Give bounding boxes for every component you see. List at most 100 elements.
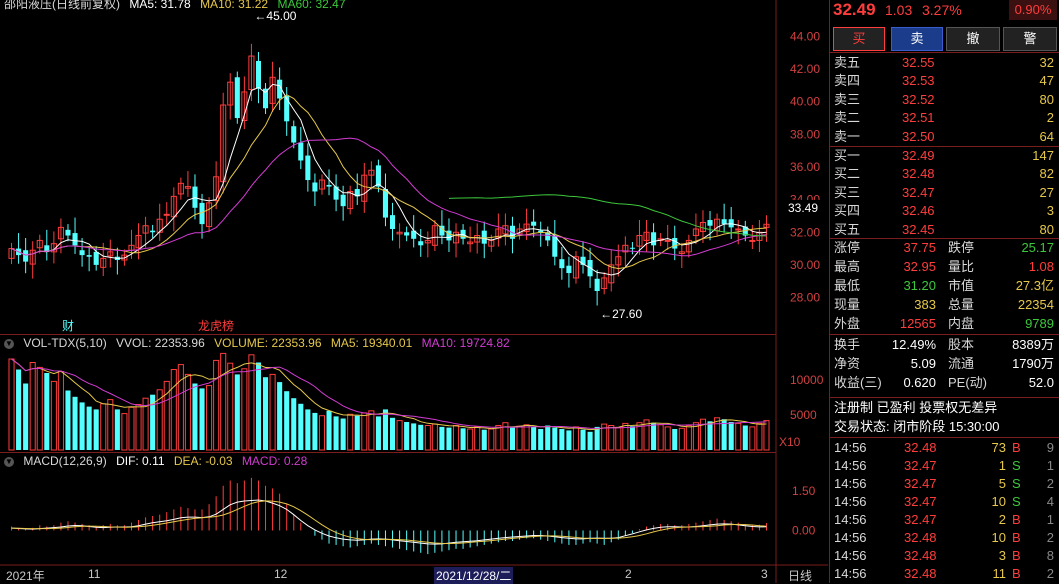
tick-time: 14:56	[834, 476, 867, 491]
tick-count: 2	[1046, 566, 1054, 581]
tick-price: 32.48	[904, 530, 937, 545]
macd-histogram-group	[11, 477, 767, 555]
buy-button[interactable]: 买	[833, 27, 885, 51]
volume-bar	[404, 422, 410, 450]
chart-area[interactable]: 44.00 42.00 40.00 38.00 36.00 34.00 32.00 30.00…	[0, 0, 828, 584]
volume-bar	[594, 426, 600, 450]
tick-volume: 73	[991, 440, 1006, 455]
volume-bar	[262, 377, 269, 450]
tick-price: 32.47	[904, 458, 937, 473]
tick-price: 32.47	[904, 512, 937, 527]
fund-row-val1: 5.09	[910, 356, 936, 371]
bid-row[interactable]: 买一 32.49 147	[830, 147, 1058, 165]
bid-row[interactable]: 买三 32.47 27	[830, 184, 1058, 202]
bid-row-label: 买五	[834, 221, 861, 237]
candle-body	[150, 230, 156, 233]
ask-row[interactable]: 卖一 32.50 64	[830, 128, 1058, 146]
volume-bar	[44, 373, 50, 450]
volume-bar	[284, 391, 290, 450]
collapse-volume-icon[interactable]: ▼	[4, 338, 14, 349]
volume-bar	[481, 429, 487, 450]
candle-body	[735, 228, 742, 231]
volume-bar	[460, 428, 466, 450]
volume-bar	[629, 426, 635, 450]
last-price: 32.49	[833, 0, 876, 19]
macd-indicator-label[interactable]: MACD(12,26,9)	[23, 454, 106, 468]
finance-event-badge[interactable]: 财	[62, 319, 74, 333]
candle-body	[404, 232, 410, 236]
candle-body	[481, 230, 487, 244]
stat-row-key1: 最低	[834, 278, 861, 293]
ma60-value: MA60: 32.47	[277, 0, 346, 11]
volume-bar	[8, 358, 15, 451]
candle-body	[629, 247, 635, 249]
period-selector[interactable]: 日线	[788, 567, 812, 584]
stat-row-val2: 25.17	[1021, 240, 1054, 255]
stat-row-key1: 外盘	[834, 316, 861, 331]
volume-bar	[269, 373, 276, 451]
volume-bar	[128, 406, 135, 451]
last-price-tag: 33.49	[788, 201, 818, 215]
cancel-order-button[interactable]: 撤	[946, 27, 1000, 51]
bid-row-price: 32.45	[902, 221, 935, 237]
macd-panel-header: ▼ MACD(12,26,9) DIF: 0.11 DEA: -0.03 MAC…	[4, 453, 313, 469]
stat-row: 涨停 37.75 跌停 25.17	[830, 239, 1058, 257]
x-label-nov: 11	[88, 567, 101, 581]
tick-side: B	[1012, 566, 1021, 581]
candle-body	[418, 241, 424, 246]
sell-button[interactable]: 卖	[891, 27, 943, 51]
ask-row[interactable]: 卖三 32.52 80	[830, 91, 1058, 109]
volume-bar	[714, 417, 721, 451]
price-tick-label: 44.00	[790, 29, 820, 43]
ask-row[interactable]: 卖二 32.51 2	[830, 109, 1058, 127]
ask-row[interactable]: 卖五 32.55 32	[830, 54, 1058, 72]
volume-bar	[452, 425, 460, 451]
stat-row: 最低 31.20 市值 27.3亿	[830, 277, 1058, 295]
tick-price: 32.48	[904, 548, 937, 563]
collapse-macd-icon[interactable]: ▼	[4, 456, 14, 467]
volume-bar	[615, 427, 622, 451]
alert-button[interactable]: 警	[1003, 27, 1057, 51]
volume-bar	[333, 416, 339, 450]
volume-bar	[86, 406, 92, 450]
ask-row-price: 32.53	[902, 73, 935, 89]
fund-row-val2: 52.0	[1028, 375, 1054, 390]
candle-body	[382, 189, 389, 218]
amplitude-badge: 0.90%	[1009, 0, 1057, 20]
candle-body	[651, 232, 657, 246]
stat-row-key1: 涨停	[834, 240, 861, 255]
bid-row[interactable]: 买二 32.48 82	[830, 165, 1058, 183]
bid-row-volume: 147	[1032, 148, 1054, 163]
volume-bar	[79, 402, 85, 450]
ask-row[interactable]: 卖四 32.53 47	[830, 72, 1058, 90]
volume-bar	[206, 385, 213, 451]
candles-group	[8, 43, 770, 306]
volume-bar	[100, 403, 107, 451]
volume-bar	[93, 409, 99, 450]
bid-row[interactable]: 买四 32.46 3	[830, 202, 1058, 220]
ma10-value: MA10: 31.22	[200, 0, 269, 11]
stat-row-key1: 现量	[834, 297, 861, 312]
stat-row-key2: 总量	[948, 297, 975, 312]
dragon-tiger-badge[interactable]: 龙虎榜	[198, 318, 234, 333]
tick-count: 8	[1046, 548, 1054, 563]
tick-count: 2	[1046, 476, 1054, 491]
price-tick-label: 38.00	[790, 127, 820, 141]
ask-row-price: 32.52	[902, 91, 935, 107]
stat-row-val2: 9789	[1025, 316, 1054, 331]
bid-row-price: 32.47	[902, 184, 935, 200]
quote-header: 32.49 1.03 3.27% 0.90%	[830, 0, 1059, 20]
bid-row[interactable]: 买五 32.45 80	[830, 221, 1058, 239]
volume-bar	[340, 418, 346, 450]
volume-bar	[375, 416, 381, 450]
volume-panel-header: ▼ VOL-TDX(5,10) VVOL: 22353.96 VOLUME: 2…	[4, 335, 516, 351]
kline-chart-svg[interactable]: 44.0042.0040.0038.0036.0034.0032.0030.00…	[0, 0, 828, 583]
volume-bar	[572, 426, 580, 451]
ask-row-volume: 47	[1039, 73, 1054, 89]
volume-indicator-label[interactable]: VOL-TDX(5,10)	[23, 336, 106, 350]
fund-row-key2: PE(动)	[948, 375, 988, 390]
volume-bar	[580, 429, 586, 450]
candle-body	[234, 77, 240, 119]
bid-row-price: 32.49	[902, 148, 935, 163]
volume-bar	[347, 413, 354, 451]
